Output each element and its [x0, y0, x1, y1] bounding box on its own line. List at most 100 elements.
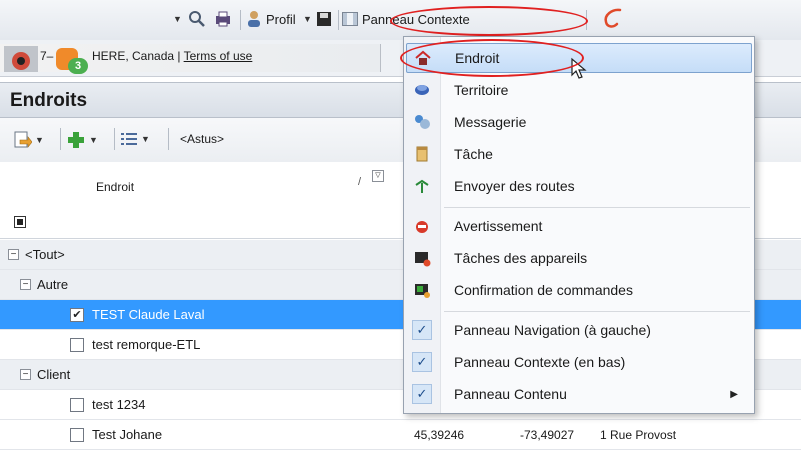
send-routes-icon — [406, 177, 438, 195]
row-checkbox[interactable] — [70, 337, 84, 352]
group-label: Client — [37, 367, 71, 382]
check-icon: ✔ — [72, 309, 82, 321]
save-button[interactable] — [316, 8, 332, 30]
sort-indicator-icon[interactable]: / — [358, 176, 361, 188]
row-address: 1 Rue Provost — [600, 427, 677, 442]
warning-icon — [406, 217, 438, 235]
row-latitude: 45,39246 — [414, 427, 465, 442]
menu-item-avertissement[interactable]: Avertissement — [406, 211, 752, 241]
row-checkbox[interactable]: ✔ — [70, 307, 84, 322]
chevron-down-icon: ▼ — [173, 14, 182, 24]
map-marker-icon — [4, 46, 38, 72]
menu-item-label: Tâches des appareils — [454, 250, 588, 266]
check-icon: ✓ — [412, 384, 432, 404]
menu-item-label: Territoire — [454, 82, 509, 98]
profile-label: Profil — [266, 11, 296, 27]
zoom-dropdown[interactable]: ▼ — [170, 8, 182, 30]
user-icon — [248, 11, 260, 27]
table-row[interactable]: Test Johane 45,39246 -73,49027 1 Rue Pro… — [0, 420, 801, 450]
group-label: Autre — [37, 277, 69, 292]
menu-item-label: Messagerie — [454, 114, 527, 130]
plus-icon — [68, 132, 84, 148]
menu-item-territoire[interactable]: Territoire — [406, 75, 752, 105]
toolbar-separator — [114, 128, 115, 150]
chevron-down-icon: ▼ — [141, 134, 150, 144]
search-icon — [189, 11, 205, 27]
chevron-down-icon: ▼ — [303, 14, 312, 24]
menu-item-messagerie[interactable]: Messagerie — [406, 107, 752, 137]
select-all-checkbox[interactable] — [14, 216, 26, 228]
check-icon: ✓ — [412, 320, 432, 340]
menu-item-envoyer-routes[interactable]: Envoyer des routes — [406, 171, 752, 201]
document-arrow-icon — [14, 131, 32, 148]
menu-check-slot: ✓ — [406, 384, 438, 404]
chevron-down-icon: ▼ — [35, 135, 44, 145]
menu-item-label: Tâche — [454, 146, 493, 162]
menu-item-panneau-navigation[interactable]: ✓ Panneau Navigation (à gauche) — [406, 315, 752, 345]
collapse-icon[interactable]: − — [8, 249, 19, 260]
cluster-count-badge: 3 — [68, 58, 88, 74]
toolbar-separator — [60, 128, 61, 150]
row-label: TEST Claude Laval — [92, 307, 205, 322]
chevron-down-icon: ▼ — [89, 135, 98, 145]
device-tasks-icon — [406, 249, 438, 267]
print-icon — [216, 11, 230, 27]
menu-item-confirmation-commandes[interactable]: Confirmation de commandes — [406, 275, 752, 305]
search-button[interactable] — [188, 8, 206, 30]
toolbar-separator — [168, 128, 169, 150]
menu-check-slot: ✓ — [406, 352, 438, 372]
attribution-copyright: HERE, Canada | — [92, 49, 184, 63]
menu-item-label: Panneau Navigation (à gauche) — [454, 322, 651, 338]
cluster-count: 3 — [74, 60, 82, 72]
row-checkbox[interactable] — [70, 397, 84, 412]
logo-button[interactable] — [600, 8, 626, 30]
row-checkbox[interactable] — [70, 427, 84, 442]
attribution-text: HERE, Canada | Terms of use — [92, 49, 252, 63]
attribution-prefix: 7– — [40, 49, 54, 63]
menu-item-taches-appareils[interactable]: Tâches des appareils — [406, 243, 752, 273]
menu-item-panneau-contenu[interactable]: ✓ Panneau Contenu ▶ — [406, 379, 752, 409]
context-panel-button[interactable]: Panneau Contexte — [342, 8, 470, 30]
list-view-button[interactable]: ▼ — [120, 130, 150, 148]
terms-of-use-link[interactable]: Terms of use — [184, 49, 253, 63]
context-panel-label: Panneau Contexte — [362, 11, 470, 27]
print-button[interactable] — [214, 8, 232, 30]
column-endroit-label[interactable]: Endroit — [96, 180, 134, 194]
tree-root-label: <Tout> — [25, 247, 65, 262]
main-toolbar: ▼ Profil ▼ Panneau Contexte — [0, 0, 801, 41]
map-attribution: 7– 3 HERE, Canada | Terms of use — [0, 44, 381, 74]
row-longitude: -73,49027 — [520, 427, 575, 442]
toolbar-separator — [240, 10, 241, 30]
menu-separator — [444, 207, 750, 208]
add-button[interactable]: ▼ — [66, 130, 98, 150]
filter-selector[interactable]: <Astus> — [180, 132, 224, 146]
menu-item-label: Avertissement — [454, 218, 543, 234]
profile-button[interactable]: Profil — [246, 8, 296, 30]
filter-icon[interactable]: ▽ — [372, 170, 384, 182]
submenu-arrow-icon: ▶ — [730, 388, 738, 400]
menu-item-panneau-contexte[interactable]: ✓ Panneau Contexte (en bas) — [406, 347, 752, 377]
check-icon: ✓ — [412, 352, 432, 372]
task-icon — [406, 145, 438, 163]
swirl-logo-icon — [604, 8, 622, 28]
menu-separator — [444, 311, 750, 312]
menu-item-label: Envoyer des routes — [454, 178, 575, 194]
collapse-icon[interactable]: − — [20, 369, 31, 380]
toolbar-separator — [586, 10, 587, 30]
menu-item-label: Confirmation de commandes — [454, 282, 633, 298]
place-icon — [407, 49, 439, 67]
menu-item-label: Panneau Contexte (en bas) — [454, 354, 626, 370]
row-label: Test Johane — [92, 427, 163, 442]
order-confirmation-icon — [406, 281, 438, 299]
context-panel-menu: Endroit Territoire Messagerie Tâche Envo… — [400, 36, 755, 414]
new-document-button[interactable]: ▼ — [12, 130, 44, 150]
panel-icon — [342, 12, 358, 26]
profile-dropdown[interactable]: ▼ — [300, 8, 312, 30]
menu-item-label: Panneau Contenu — [454, 386, 567, 402]
menu-item-tache[interactable]: Tâche — [406, 139, 752, 169]
indeterminate-icon — [17, 219, 23, 225]
menu-item-label: Endroit — [455, 50, 500, 66]
row-label: test remorque-ETL — [92, 337, 201, 352]
row-label: test 1234 — [92, 397, 146, 412]
collapse-icon[interactable]: − — [20, 279, 31, 290]
